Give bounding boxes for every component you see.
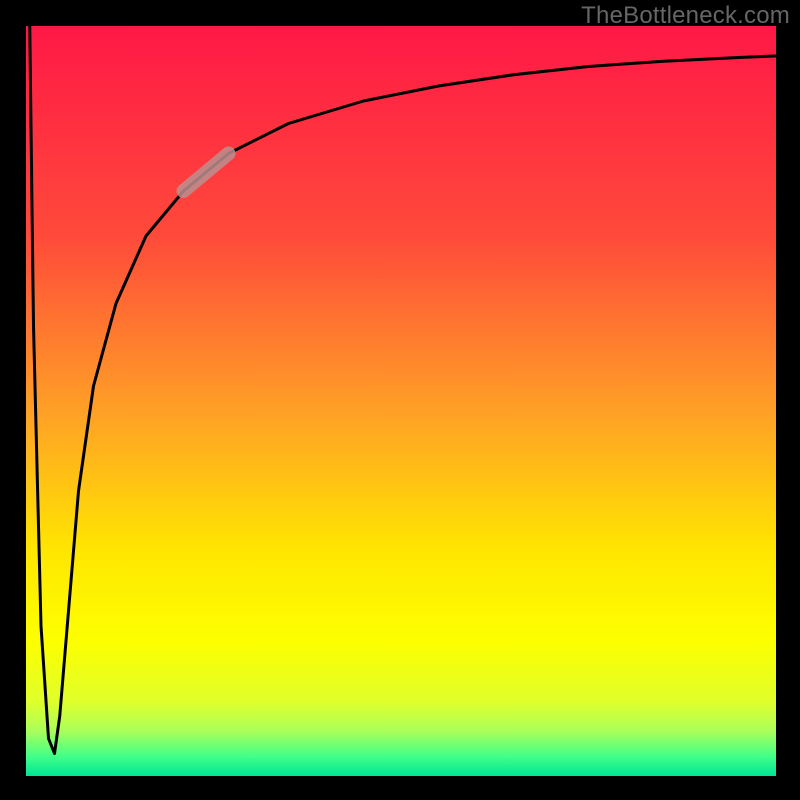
bottleneck-curve-highlight [184,154,229,192]
bottleneck-curve [30,26,776,754]
plot-area [26,26,776,776]
curve-layer [26,26,776,776]
chart-canvas: TheBottleneck.com [0,0,800,800]
